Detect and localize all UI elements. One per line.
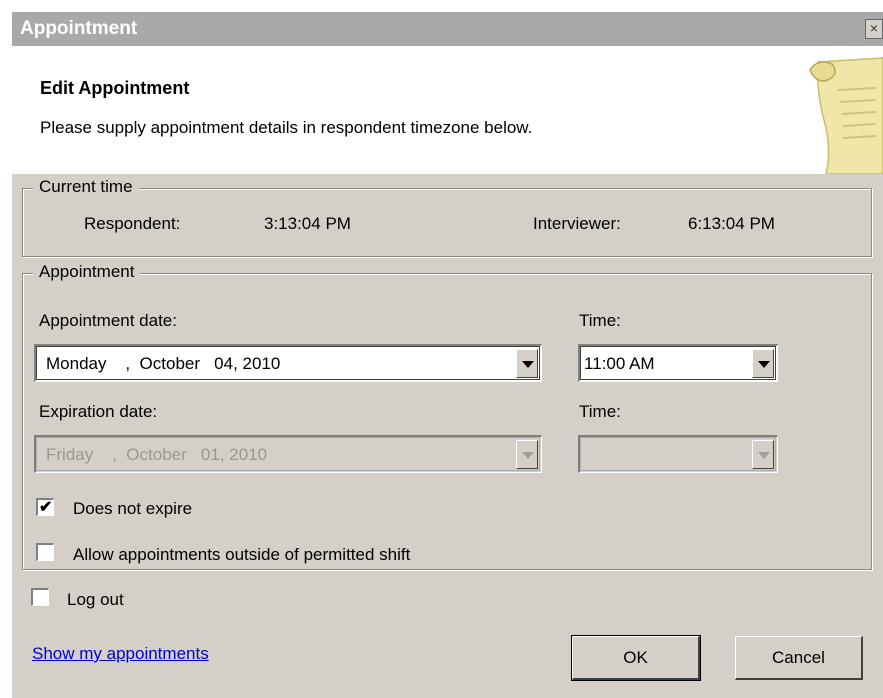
log-out-label[interactable]: Log out bbox=[67, 590, 124, 610]
close-icon[interactable]: × bbox=[865, 19, 883, 39]
appointment-legend: Appointment bbox=[33, 262, 141, 282]
check-icon: ✔ bbox=[39, 499, 53, 516]
expiration-date-label: Expiration date: bbox=[39, 402, 158, 421]
does-not-expire-label[interactable]: Does not expire bbox=[73, 499, 192, 519]
appointment-time-dropdown-button[interactable] bbox=[752, 349, 774, 378]
allow-outside-shift-label[interactable]: Allow appointments outside of permitted … bbox=[73, 545, 410, 565]
respondent-label: Respondent: bbox=[84, 214, 181, 233]
cancel-button[interactable]: Cancel bbox=[735, 636, 863, 680]
expiration-date-picker[interactable]: Friday , October 01, 2010 bbox=[34, 435, 542, 473]
appointment-time-value: 11:00 AM bbox=[584, 354, 655, 373]
header-heading: Edit Appointment bbox=[40, 78, 190, 98]
chevron-down-icon bbox=[522, 361, 534, 368]
appointment-dialog: Appointment × Edit Appointment Please su… bbox=[12, 12, 883, 698]
current-time-legend: Current time bbox=[33, 177, 139, 197]
show-my-appointments-link[interactable]: Show my appointments bbox=[32, 644, 209, 664]
appointment-date-value: Monday , October 04, 2010 bbox=[46, 354, 281, 373]
does-not-expire-checkbox[interactable]: ✔ bbox=[36, 498, 54, 516]
chevron-down-icon bbox=[758, 361, 770, 368]
current-time-group: Current time Respondent: 3:13:04 PM Inte… bbox=[22, 177, 872, 257]
chevron-down-icon bbox=[758, 452, 770, 459]
chevron-down-icon bbox=[522, 452, 534, 459]
appointment-date-picker[interactable]: Monday , October 04, 2010 bbox=[34, 344, 542, 382]
dialog-header: Edit Appointment Please supply appointme… bbox=[12, 46, 883, 174]
header-subtitle: Please supply appointment details in res… bbox=[40, 118, 533, 137]
title-bar: Appointment × bbox=[12, 12, 883, 46]
appointment-time-select[interactable]: 11:00 AM bbox=[578, 344, 778, 382]
expiration-date-value: Friday , October 01, 2010 bbox=[46, 445, 268, 464]
interviewer-time: 6:13:04 PM bbox=[688, 214, 775, 233]
expiration-time-select[interactable] bbox=[578, 435, 778, 473]
expiration-time-dropdown-button[interactable] bbox=[752, 440, 774, 469]
interviewer-label: Interviewer: bbox=[533, 214, 621, 233]
allow-outside-shift-checkbox[interactable] bbox=[36, 543, 54, 561]
log-out-checkbox[interactable] bbox=[31, 588, 49, 606]
appointment-group: Appointment Appointment date: Time: Mond… bbox=[22, 262, 872, 570]
respondent-time: 3:13:04 PM bbox=[264, 214, 351, 233]
appointment-date-dropdown-button[interactable] bbox=[516, 349, 538, 378]
ok-button[interactable]: OK bbox=[571, 635, 701, 681]
scroll-icon bbox=[809, 57, 883, 174]
appointment-date-label: Appointment date: bbox=[39, 311, 177, 330]
expiration-date-dropdown-button[interactable] bbox=[516, 440, 538, 469]
appointment-time-label: Time: bbox=[579, 311, 621, 330]
expiration-time-label: Time: bbox=[579, 402, 621, 421]
window-title: Appointment bbox=[20, 18, 138, 39]
